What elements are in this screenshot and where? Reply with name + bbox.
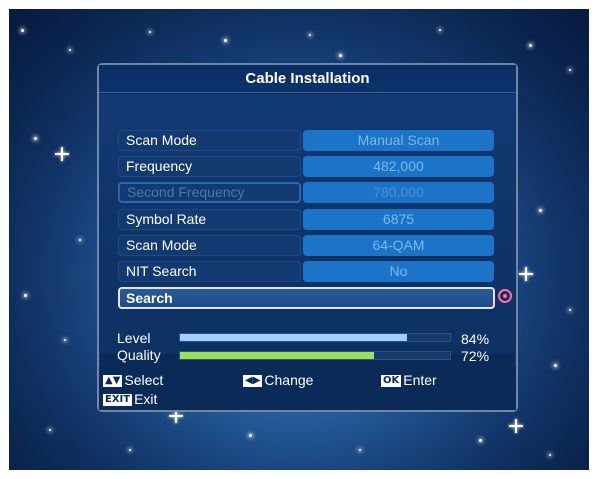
- sparkle-decoration: [519, 267, 533, 281]
- search-button[interactable]: Search: [118, 287, 495, 309]
- setting-label: Symbol Rate: [118, 209, 301, 230]
- hint-select-label: Select: [124, 372, 164, 388]
- hint-select: ▲▼ Select: [103, 372, 163, 388]
- level-meter-fill: [180, 334, 407, 341]
- setting-value[interactable]: 6875: [303, 209, 494, 230]
- star-decoration: [529, 44, 532, 47]
- setting-value[interactable]: 64-QAM: [303, 235, 494, 256]
- quality-meter: [179, 351, 451, 360]
- hint-enter: OK Enter: [381, 372, 437, 388]
- star-decoration: [21, 29, 24, 32]
- star-decoration: [149, 31, 151, 33]
- dialog-title: Cable Installation: [99, 65, 516, 93]
- arrow-up-down-key-icon: ▲▼: [103, 375, 123, 388]
- ok-key-icon: OK: [381, 375, 402, 388]
- star-decoration: [569, 69, 571, 71]
- star-decoration: [554, 364, 557, 367]
- star-decoration: [539, 209, 542, 212]
- star-decoration: [549, 454, 551, 456]
- star-decoration: [24, 294, 27, 297]
- hint-change: ◀▶ Change: [243, 372, 313, 388]
- setting-row-scan-mode[interactable]: Scan Mode Manual Scan: [118, 130, 495, 151]
- star-decoration: [79, 239, 81, 241]
- setting-value[interactable]: 482,000: [303, 156, 494, 177]
- star-decoration: [479, 439, 482, 442]
- hint-exit-label: Exit: [134, 391, 158, 407]
- setting-label: Second Frequency: [118, 182, 301, 203]
- exit-key-icon: EXIT: [103, 394, 133, 407]
- star-decoration: [34, 137, 37, 140]
- settings-list: Scan Mode Manual Scan Frequency 482,000 …: [99, 94, 516, 354]
- key-hints-bar: ▲▼ Select ◀▶ Change OK Enter EXIT Exit: [99, 366, 516, 410]
- setting-value[interactable]: No: [303, 261, 494, 282]
- hint-exit: EXIT Exit: [103, 391, 157, 407]
- star-decoration: [309, 34, 311, 36]
- level-meter: [179, 333, 451, 342]
- star-decoration: [249, 434, 252, 437]
- setting-row-nit-search[interactable]: NIT Search No: [118, 261, 495, 282]
- setting-value: 780,000: [303, 182, 494, 203]
- star-decoration: [129, 449, 131, 451]
- setting-row-symbol-rate[interactable]: Symbol Rate 6875: [118, 209, 495, 230]
- hint-change-label: Change: [264, 372, 314, 388]
- setting-row-modulation[interactable]: Scan Mode 64-QAM: [118, 235, 495, 256]
- arrow-left-right-key-icon: ◀▶: [243, 375, 263, 388]
- quality-label: Quality: [117, 347, 161, 363]
- cable-installation-dialog: Cable Installation Scan Mode Manual Scan…: [97, 63, 518, 412]
- star-decoration: [359, 449, 361, 451]
- setting-row-second-frequency: Second Frequency 780,000: [118, 182, 495, 203]
- sparkle-decoration: [509, 419, 523, 433]
- level-percent: 84%: [461, 331, 490, 347]
- star-decoration: [569, 309, 571, 311]
- level-label: Level: [117, 330, 151, 346]
- star-decoration: [49, 429, 51, 431]
- star-decoration: [69, 49, 71, 51]
- hint-enter-label: Enter: [403, 372, 437, 388]
- setting-label: Frequency: [118, 156, 301, 177]
- sparkle-decoration: [55, 147, 69, 161]
- setting-value[interactable]: Manual Scan: [303, 130, 494, 151]
- star-decoration: [339, 54, 342, 57]
- setting-label: NIT Search: [118, 261, 301, 282]
- setting-row-frequency[interactable]: Frequency 482,000: [118, 156, 495, 177]
- quality-meter-fill: [180, 352, 375, 359]
- quality-percent: 72%: [461, 348, 490, 364]
- search-focus-indicator-icon: [498, 289, 512, 303]
- star-decoration: [439, 29, 441, 31]
- star-decoration: [64, 339, 66, 341]
- star-decoration: [224, 39, 227, 42]
- setting-label: Scan Mode: [118, 235, 301, 256]
- setting-label: Scan Mode: [118, 130, 301, 151]
